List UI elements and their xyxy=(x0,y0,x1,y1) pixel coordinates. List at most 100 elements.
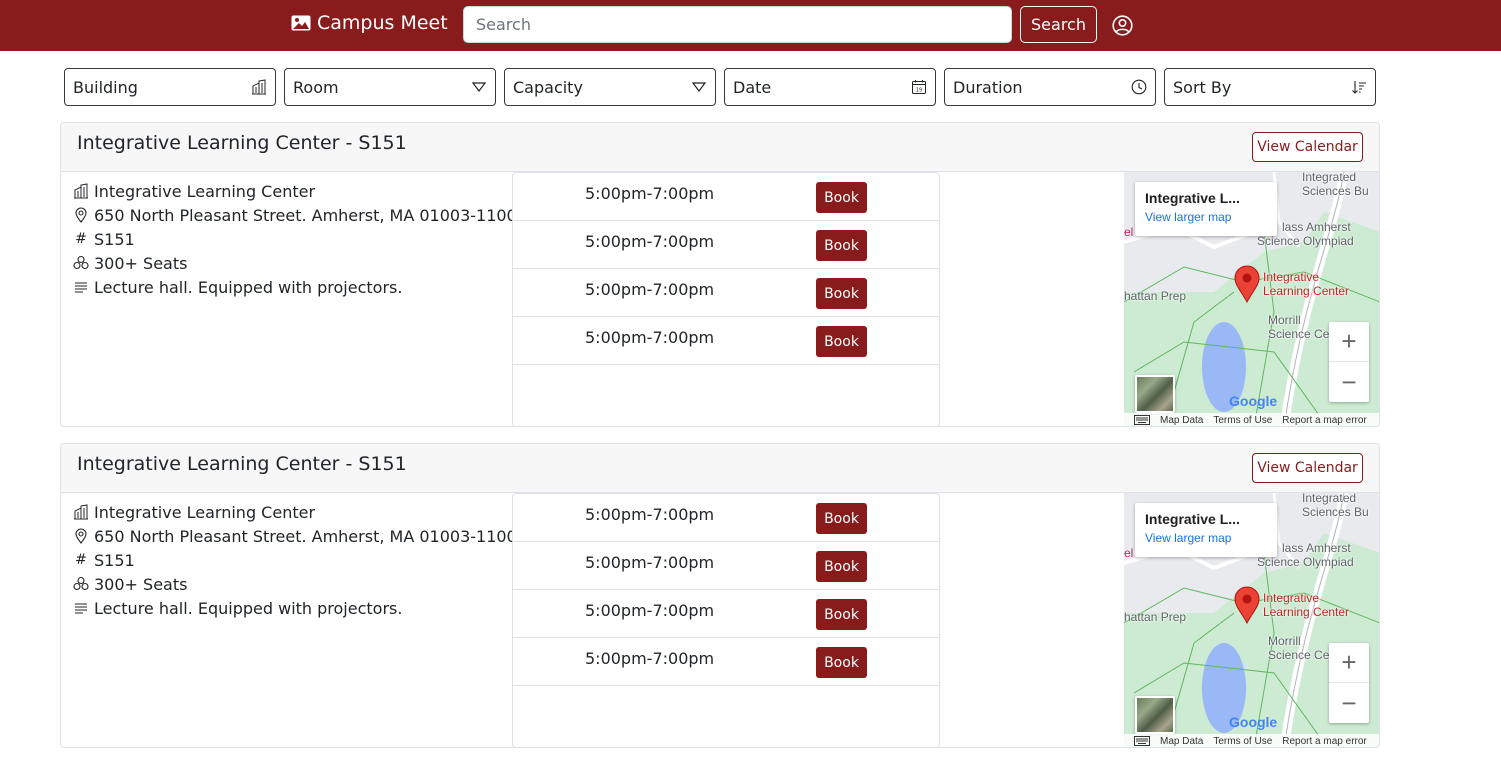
map-label: Sciences Bu xyxy=(1302,184,1369,198)
building-name: Integrative Learning Center xyxy=(94,502,316,522)
map-footer: Map Data Terms of Use Report a map error xyxy=(1124,734,1379,747)
svg-text:19: 19 xyxy=(916,88,922,94)
map-label: Integrated xyxy=(1302,172,1357,184)
hash-icon: # xyxy=(75,231,87,247)
zoom-in-button[interactable]: + xyxy=(1329,643,1369,683)
book-button[interactable]: Book xyxy=(816,182,867,213)
sort-by-filter[interactable]: Sort By xyxy=(1164,68,1376,106)
room-filter-label: Room xyxy=(293,77,339,97)
view-calendar-button[interactable]: View Calendar xyxy=(1252,132,1363,162)
map-zoom-control: + − xyxy=(1329,643,1369,723)
room-details: Integrative Learning Center 650 North Pl… xyxy=(73,500,517,620)
description-row: Lecture hall. Equipped with projectors. xyxy=(73,596,517,620)
capacity-filter[interactable]: Capacity xyxy=(504,68,716,106)
sort-icon xyxy=(1352,81,1366,94)
duration-filter-label: Duration xyxy=(953,77,1023,97)
map-popup-title: Integrative L... xyxy=(1145,190,1240,206)
brand-name: Campus Meet xyxy=(317,12,448,34)
room-filter[interactable]: Room xyxy=(284,68,496,106)
map-label: Morrill xyxy=(1268,634,1301,648)
map-pin-icon[interactable] xyxy=(1234,586,1260,624)
time-slot: 5:00pm-7:00pm Book xyxy=(513,638,939,686)
search-button[interactable]: Search xyxy=(1020,6,1097,43)
time-slot-list: 5:00pm-7:00pm Book 5:00pm-7:00pm Book 5:00… xyxy=(512,172,940,426)
building-row: Integrative Learning Center xyxy=(73,500,517,524)
chevron-down-icon xyxy=(691,82,707,92)
map-info-popup: Integrative L... View larger map xyxy=(1135,503,1277,557)
location-pin-icon xyxy=(75,528,87,544)
map-label: lass Amherst xyxy=(1282,541,1351,555)
date-filter[interactable]: Date 19 xyxy=(724,68,936,106)
building-filter[interactable]: Building xyxy=(64,68,276,106)
slot-time: 5:00pm-7:00pm xyxy=(585,553,715,572)
user-account-icon[interactable] xyxy=(1112,15,1133,36)
building-row: Integrative Learning Center xyxy=(73,179,517,203)
room-number-row: # S151 xyxy=(73,227,517,251)
map-info-popup: Integrative L... View larger map xyxy=(1135,182,1277,236)
room-card-header: Integrative Learning Center - S151 View … xyxy=(61,123,1379,172)
keyboard-icon[interactable] xyxy=(1134,736,1150,746)
date-filter-label: Date xyxy=(733,77,772,97)
room-details: Integrative Learning Center 650 North Pl… xyxy=(73,179,517,299)
brand[interactable]: Campus Meet xyxy=(291,12,448,34)
google-logo: Google xyxy=(1229,393,1278,409)
map-label: lass Amherst xyxy=(1282,220,1351,234)
slot-time: 5:00pm-7:00pm xyxy=(585,280,715,299)
book-button[interactable]: Book xyxy=(816,647,867,678)
address: 650 North Pleasant Street. Amherst, MA 0… xyxy=(94,526,517,546)
map-label: Science Cen xyxy=(1268,648,1337,662)
zoom-in-button[interactable]: + xyxy=(1329,322,1369,362)
book-button[interactable]: Book xyxy=(816,326,867,357)
map-label: Science Olympiad xyxy=(1257,555,1354,569)
map-label: el xyxy=(1124,546,1134,560)
map-label: Learning Center xyxy=(1263,284,1350,298)
room-number: S151 xyxy=(94,550,135,570)
book-button[interactable]: Book xyxy=(816,230,867,261)
view-calendar-button[interactable]: View Calendar xyxy=(1252,453,1363,483)
zoom-out-button[interactable]: − xyxy=(1329,683,1369,723)
satellite-view-toggle[interactable] xyxy=(1135,696,1175,734)
capacity-filter-label: Capacity xyxy=(513,77,583,97)
map-label: Integrated xyxy=(1302,493,1357,505)
time-slot: 5:00pm-7:00pm Book xyxy=(513,494,939,542)
map-zoom-control: + − xyxy=(1329,322,1369,402)
terms-of-use-link[interactable]: Terms of Use xyxy=(1213,736,1272,747)
embedded-map[interactable]: Integrated Sciences Bu lass Amherst Scie… xyxy=(1124,493,1379,747)
keyboard-icon[interactable] xyxy=(1134,415,1150,425)
map-label: el xyxy=(1124,225,1134,239)
slot-time: 5:00pm-7:00pm xyxy=(585,505,715,524)
map-label: Learning Center xyxy=(1263,605,1350,619)
book-button[interactable]: Book xyxy=(816,599,867,630)
satellite-view-toggle[interactable] xyxy=(1135,375,1175,413)
duration-filter[interactable]: Duration xyxy=(944,68,1156,106)
time-slot: 5:00pm-7:00pm Book xyxy=(513,317,939,365)
report-map-error-link[interactable]: Report a map error xyxy=(1282,415,1366,426)
terms-of-use-link[interactable]: Terms of Use xyxy=(1213,415,1272,426)
map-data-link[interactable]: Map Data xyxy=(1160,736,1203,747)
map-label: Sciences Bu xyxy=(1302,505,1369,519)
book-button[interactable]: Book xyxy=(816,503,867,534)
capacity: 300+ Seats xyxy=(94,253,188,273)
time-slot-list: 5:00pm-7:00pm Book 5:00pm-7:00pm Book 5:00… xyxy=(512,493,940,747)
building-icon xyxy=(74,183,88,199)
building-filter-label: Building xyxy=(73,77,138,97)
hash-icon: # xyxy=(75,552,87,568)
room-card-header: Integrative Learning Center - S151 View … xyxy=(61,444,1379,493)
book-button[interactable]: Book xyxy=(816,551,867,582)
zoom-out-button[interactable]: − xyxy=(1329,362,1369,402)
map-data-link[interactable]: Map Data xyxy=(1160,415,1203,426)
text-lines-icon xyxy=(75,603,87,614)
people-icon xyxy=(73,576,89,591)
report-map-error-link[interactable]: Report a map error xyxy=(1282,736,1366,747)
embedded-map[interactable]: Integrated Sciences Bu lass Amherst Scie… xyxy=(1124,172,1379,426)
search-input[interactable] xyxy=(463,6,1012,43)
view-larger-map-link[interactable]: View larger map xyxy=(1145,531,1267,545)
view-larger-map-link[interactable]: View larger map xyxy=(1145,210,1267,224)
top-navbar: Campus Meet Search xyxy=(0,0,1501,51)
book-button[interactable]: Book xyxy=(816,278,867,309)
description-row: Lecture hall. Equipped with projectors. xyxy=(73,275,517,299)
description: Lecture hall. Equipped with projectors. xyxy=(94,598,403,618)
map-pin-icon[interactable] xyxy=(1234,265,1260,303)
time-slot: 5:00pm-7:00pm Book xyxy=(513,590,939,638)
room-number: S151 xyxy=(94,229,135,249)
